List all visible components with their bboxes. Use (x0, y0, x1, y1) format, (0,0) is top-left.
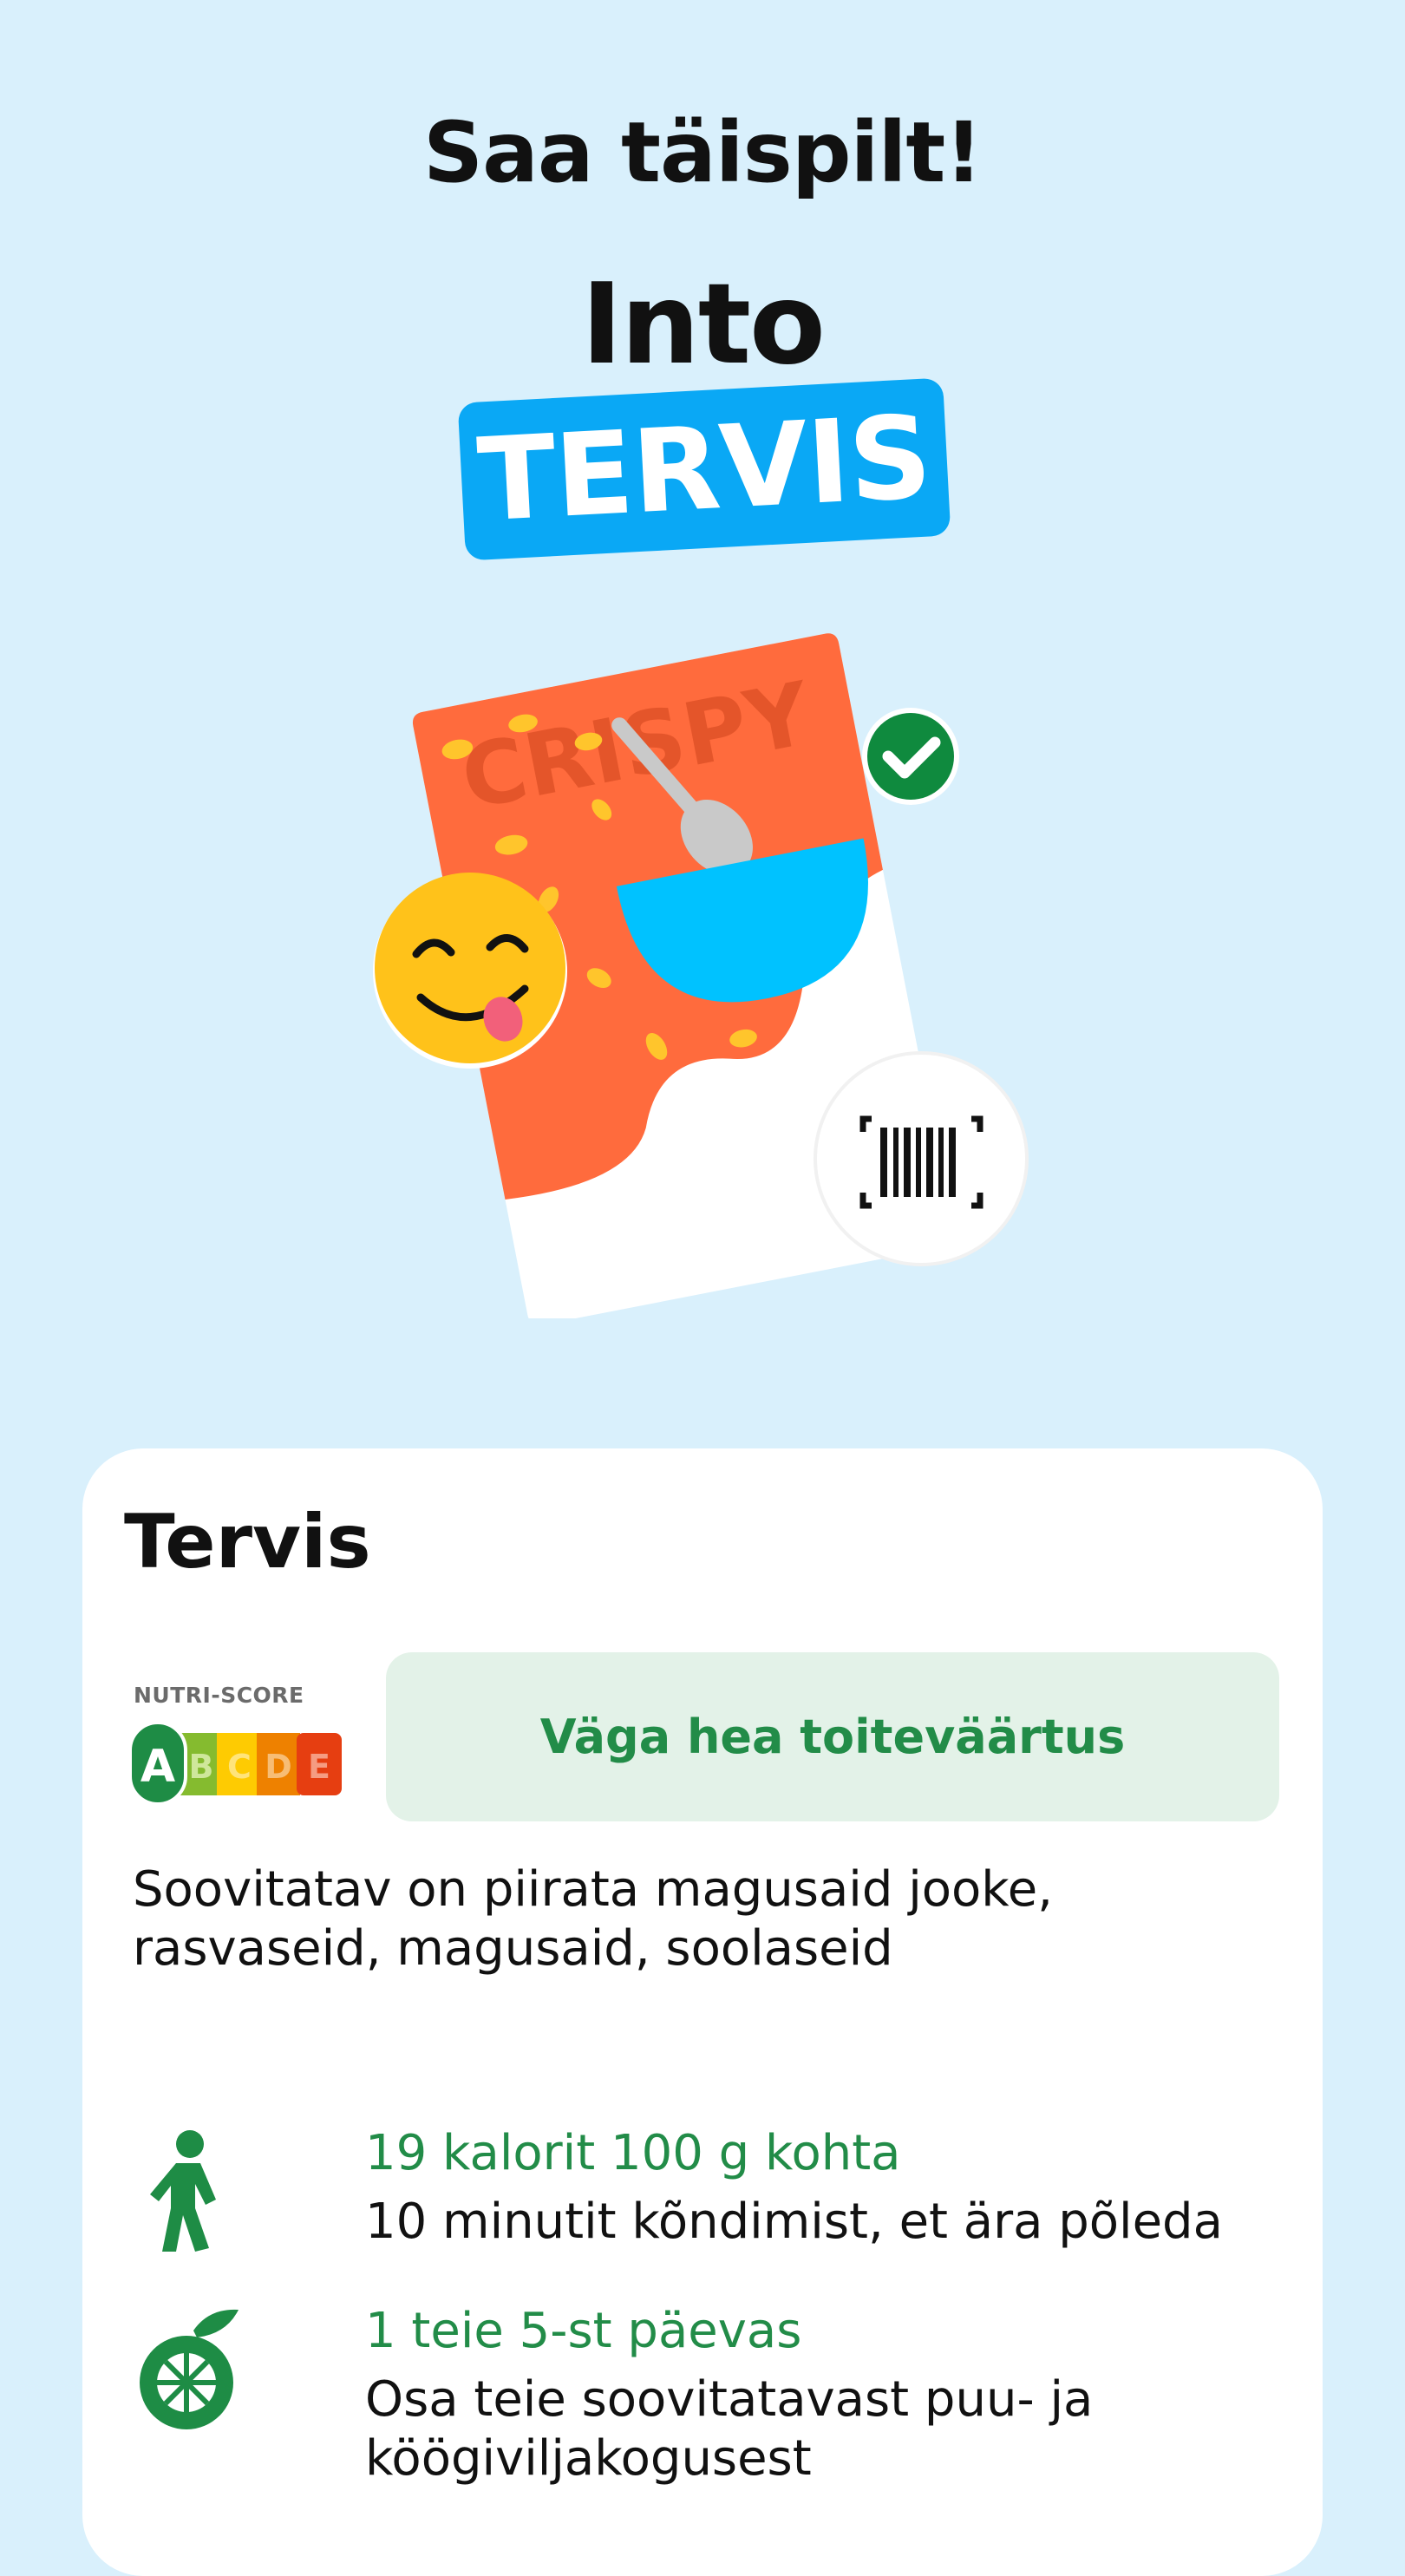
walking-person-icon (133, 2125, 245, 2255)
nutri-grade-e: E (308, 1748, 330, 1786)
fact-title: 1 teie 5-st päevas (365, 2303, 802, 2359)
nutri-grade-a: A (140, 1741, 175, 1793)
advice-text: Soovitatav on piirata magusaid jooke, ra… (133, 1861, 1053, 1977)
fact-description: Osa teie soovitatavast puu- ja köögivilj… (365, 2371, 1094, 2487)
grade-description: Väga hea toiteväärtus (539, 1710, 1126, 1764)
headline: Saa täispilt! (422, 104, 983, 201)
nutri-grade-d: D (265, 1748, 292, 1786)
check-badge-icon (862, 708, 959, 805)
tervis-tag-label: TERVIS (474, 390, 934, 548)
health-card: Tervis NUTRI-SCORE A B C D E Väga hea to… (82, 1448, 1323, 2576)
smiley-face-icon (373, 873, 567, 1069)
barcode-scan-icon (814, 1051, 1029, 1266)
product-illustration: CRISPY (347, 607, 1058, 1325)
fact-title: 19 kalorit 100 g kohta (365, 2125, 901, 2181)
card-title: Tervis (124, 1499, 371, 1585)
into-text: Into (581, 260, 826, 389)
nutri-grade-b: B (189, 1748, 214, 1786)
nutri-score-label: NUTRI-SCORE (134, 1683, 304, 1708)
grade-description-pill: Väga hea toiteväärtus (386, 1652, 1279, 1821)
tervis-tag: TERVIS (457, 377, 951, 561)
orange-fruit-icon (133, 2303, 245, 2433)
fact-description: 10 minutit kõndimist, et ära põleda (365, 2194, 1223, 2250)
nutri-grade-c: C (227, 1748, 252, 1786)
nutri-score-badge: NUTRI-SCORE A B C D E (130, 1683, 356, 1804)
